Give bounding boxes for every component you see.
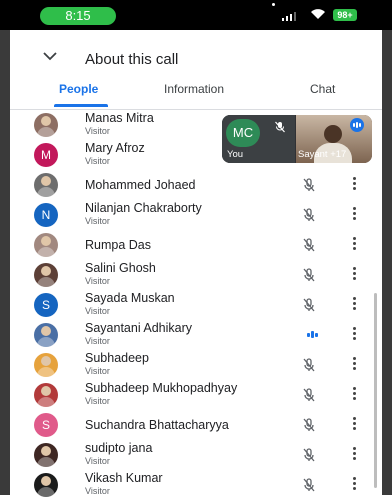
participant-video-tile: Sayant +17 [296, 115, 372, 163]
participant-row[interactable]: N Nilanjan Chakraborty Visitor [10, 200, 382, 230]
participant-avatar [34, 233, 58, 257]
wifi-icon [311, 9, 325, 19]
participant-avatar [34, 113, 58, 137]
participant-row[interactable]: S Suchandra Bhattacharyya [10, 410, 382, 440]
mic-off-icon[interactable] [301, 177, 317, 193]
more-options-icon[interactable] [353, 447, 357, 462]
participant-name: Manas Mitra [85, 111, 154, 125]
participant-name: Suchandra Bhattacharyya [85, 418, 229, 432]
mic-off-icon[interactable] [301, 207, 317, 223]
participant-avatar: M [34, 143, 58, 167]
more-options-icon[interactable] [353, 207, 357, 222]
participant-avatar [34, 353, 58, 377]
participant-role: Visitor [85, 216, 110, 226]
participant-name: Subhadeep [85, 351, 149, 365]
mic-off-icon [275, 121, 285, 133]
speaking-icon [350, 118, 364, 132]
more-options-icon[interactable] [353, 177, 357, 192]
participant-tile-label: Sayant +17 [298, 149, 347, 160]
status-bar: 8:15 98+ [0, 0, 392, 30]
participant-row[interactable]: Salini Ghosh Visitor [10, 260, 382, 290]
self-avatar: MC [226, 119, 260, 147]
participant-row[interactable]: Subhadeep Visitor [10, 350, 382, 380]
mic-off-icon[interactable] [301, 267, 317, 283]
tab-chat[interactable]: Chat [310, 82, 335, 96]
participant-row[interactable]: Sayantani Adhikary Visitor [10, 320, 382, 350]
participant-avatar: S [34, 413, 58, 437]
more-options-icon[interactable] [353, 237, 357, 252]
mic-off-icon[interactable] [301, 417, 317, 433]
participant-avatar [34, 323, 58, 347]
more-options-icon[interactable] [353, 267, 357, 282]
mic-off-icon[interactable] [301, 297, 317, 313]
participant-role: Visitor [85, 126, 110, 136]
scrollbar[interactable] [374, 293, 377, 488]
participant-head [324, 125, 342, 143]
active-tab-indicator [54, 104, 108, 107]
participant-row[interactable]: S Sayada Muskan Visitor [10, 290, 382, 320]
more-options-icon[interactable] [353, 477, 357, 492]
mic-off-icon[interactable] [301, 477, 317, 493]
participant-role: Visitor [85, 276, 110, 286]
participant-role: Visitor [85, 156, 110, 166]
participant-name: Subhadeep Mukhopadhyay [85, 381, 238, 395]
participant-row[interactable]: Vikash Kumar Visitor [10, 470, 382, 500]
privacy-dot-icon [272, 3, 275, 6]
participant-row[interactable]: sudipto jana Visitor [10, 440, 382, 470]
participant-row[interactable]: Rumpa Das [10, 230, 382, 260]
participant-role: Visitor [85, 336, 110, 346]
tab-people[interactable]: People [59, 82, 98, 96]
participant-avatar [34, 383, 58, 407]
speaking-icon [307, 331, 318, 338]
mic-off-icon[interactable] [301, 387, 317, 403]
more-options-icon[interactable] [353, 297, 357, 312]
chevron-down-icon[interactable] [43, 52, 57, 61]
participant-name: Mohammed Johaed [85, 178, 196, 192]
participant-avatar: N [34, 203, 58, 227]
participant-name: Salini Ghosh [85, 261, 156, 275]
sheet-title: About this call [85, 51, 179, 68]
participant-row[interactable]: Subhadeep Mukhopadhyay Visitor [10, 380, 382, 410]
mic-off-icon[interactable] [301, 357, 317, 373]
signal-icon [282, 12, 296, 21]
self-tile-label: You [227, 149, 244, 160]
mic-off-icon[interactable] [301, 447, 317, 463]
tab-bar: People Information Chat [10, 78, 382, 108]
participant-name: Sayantani Adhikary [85, 321, 193, 335]
participant-name: Sayada Muskan [85, 291, 175, 305]
more-options-icon[interactable] [353, 327, 357, 342]
participant-role: Visitor [85, 306, 110, 316]
status-time: 8:15 [40, 7, 116, 25]
participant-avatar: S [34, 293, 58, 317]
more-options-icon[interactable] [353, 387, 357, 402]
mic-off-icon[interactable] [301, 237, 317, 253]
participant-avatar [34, 443, 58, 467]
tab-information[interactable]: Information [164, 82, 224, 96]
more-options-icon[interactable] [353, 417, 357, 432]
participant-role: Visitor [85, 396, 110, 406]
video-preview[interactable]: MC You Sayant +17 [222, 115, 372, 163]
participant-name: sudipto jana [85, 441, 153, 455]
call-details-sheet: About this call People Information Chat … [10, 30, 382, 497]
participant-name: Vikash Kumar [85, 471, 163, 485]
participant-row[interactable]: Mohammed Johaed [10, 170, 382, 200]
participant-role: Visitor [85, 366, 110, 376]
participant-role: Visitor [85, 456, 110, 466]
participant-avatar [34, 473, 58, 497]
participant-avatar [34, 173, 58, 197]
more-options-icon[interactable] [353, 357, 357, 372]
participant-name: Rumpa Das [85, 238, 151, 252]
self-video-tile: MC You [222, 115, 295, 163]
right-edge [382, 30, 392, 495]
left-edge [0, 30, 10, 495]
participant-name: Mary Afroz [85, 141, 145, 155]
participant-avatar [34, 263, 58, 287]
battery-indicator: 98+ [333, 9, 357, 21]
participant-name: Nilanjan Chakraborty [85, 201, 202, 215]
